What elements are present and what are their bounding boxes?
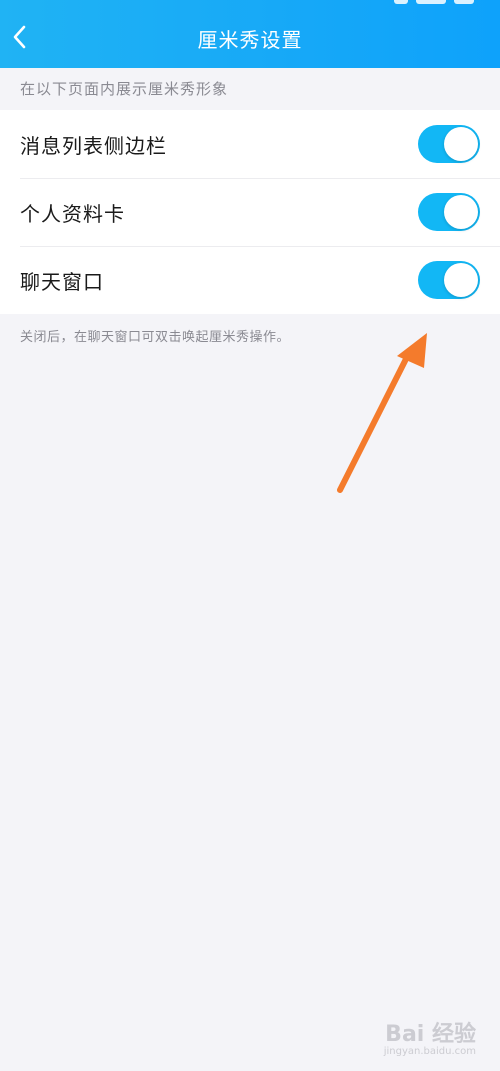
status-bar [394, 0, 474, 5]
toggle-knob [444, 195, 478, 229]
settings-list: 消息列表侧边栏 个人资料卡 聊天窗口 [0, 110, 500, 314]
title-bar: 厘米秀设置 [0, 0, 500, 68]
watermark: Bai 经验 jingyan.baidu.com [384, 1016, 476, 1057]
profile-card-toggle[interactable] [418, 193, 480, 231]
section-header: 在以下页面内展示厘米秀形象 [20, 80, 229, 98]
annotation-arrow-icon [337, 333, 427, 493]
setting-label: 消息列表侧边栏 [20, 133, 167, 158]
watermark-logo: Bai 经验 [385, 1022, 476, 1047]
footnote: 关闭后，在聊天窗口可双击唤起厘米秀操作。 [20, 330, 291, 345]
setting-row-profile-card: 个人资料卡 [0, 178, 500, 246]
setting-row-chat-window: 聊天窗口 [0, 246, 500, 314]
setting-row-message-sidebar: 消息列表侧边栏 [0, 110, 500, 178]
toggle-knob [444, 263, 478, 297]
message-sidebar-toggle[interactable] [418, 125, 480, 163]
chat-window-toggle[interactable] [418, 261, 480, 299]
page-title: 厘米秀设置 [197, 28, 303, 52]
watermark-url: jingyan.baidu.com [383, 1046, 476, 1057]
signal-icon [394, 0, 408, 4]
network-icon [416, 0, 446, 4]
battery-icon [454, 0, 474, 4]
toggle-knob [444, 127, 478, 161]
setting-label: 聊天窗口 [20, 269, 104, 294]
setting-label: 个人资料卡 [20, 201, 125, 226]
